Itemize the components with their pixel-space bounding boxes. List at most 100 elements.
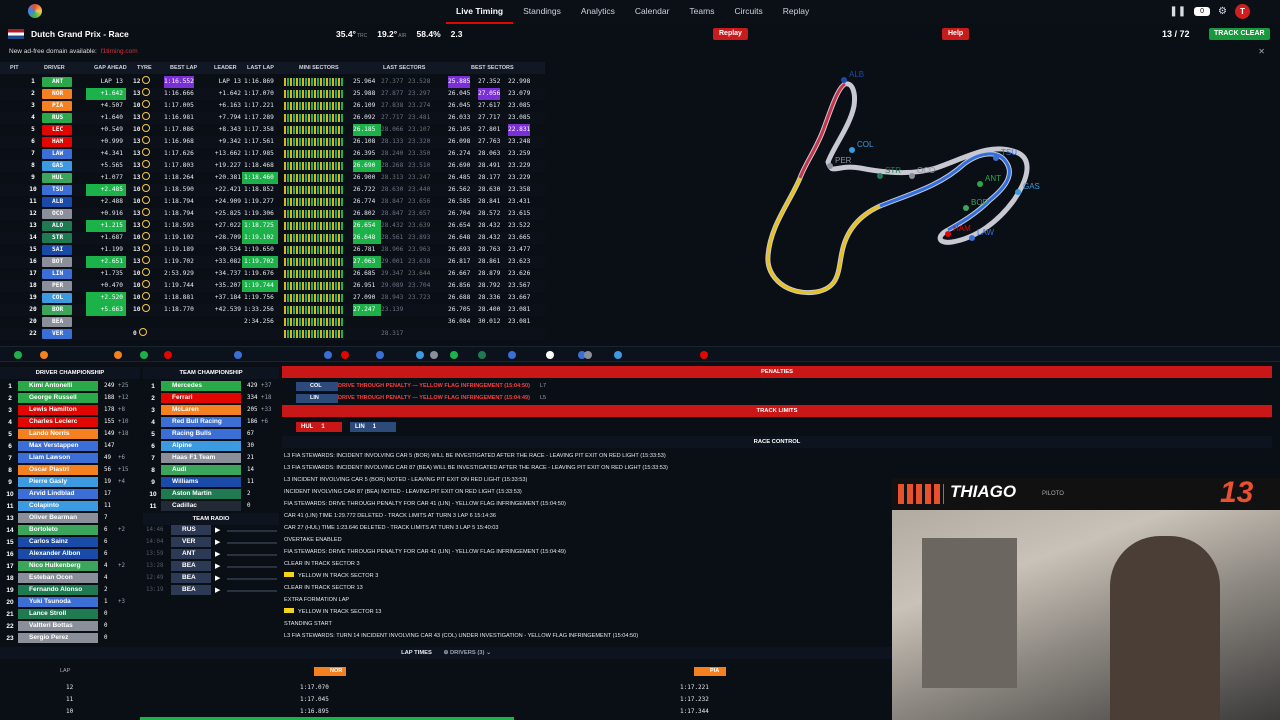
team-standing-row[interactable]: 1 Mercedes 429 +37 [143,381,279,392]
car-dot[interactable] [841,77,847,83]
driver-standing-row[interactable]: 18 Esteban Ocon 4 [0,573,140,584]
timing-driver-code[interactable]: VER [42,329,72,339]
driver-standing-row[interactable]: 22 Valtteri Bottas 0 [0,621,140,632]
nav-replay[interactable]: Replay [773,0,819,24]
col-gap[interactable]: GAP AHEAD [94,65,127,71]
driver-standing-row[interactable]: 10 Arvid Lindblad 17 [0,489,140,500]
team-radio-row[interactable]: 13:28 BEA ▶ [143,561,279,572]
timing-driver-code[interactable]: RUS [42,113,72,123]
timeline-car-dot[interactable] [584,351,592,359]
team-radio-row[interactable]: 14:46 RUS ▶ [143,525,279,536]
car-dot[interactable] [1015,189,1021,195]
col-leader[interactable]: LEADER [214,65,237,71]
notification-count[interactable]: 0 [1194,7,1211,16]
timing-row[interactable]: 19 COL +2.520 10 1:18.881 +37.184 1:19.756 27.0… [0,292,545,304]
replay-badge[interactable]: Replay [713,28,748,40]
track-limit-chip[interactable]: LIN 1 [350,422,396,432]
timing-driver-code[interactable]: LIN [42,269,72,279]
pause-icon[interactable]: ❚❚ [1169,5,1186,19]
team-standing-row[interactable]: 9 Williams 11 [143,477,279,488]
timing-driver-code[interactable]: LEC [42,125,72,135]
driver-standing-row[interactable]: 20 Yuki Tsunoda 1 +3 [0,597,140,608]
car-dot[interactable] [849,147,855,153]
driver-standing-row[interactable]: 8 Oscar Piastri 56 +15 [0,465,140,476]
timeline-car-dot[interactable] [164,351,172,359]
team-standing-row[interactable]: 8 Audi 14 [143,465,279,476]
timing-driver-code[interactable]: ANT [42,77,72,87]
play-icon[interactable]: ▶ [215,537,220,548]
timing-row[interactable]: 5 LEC +0.549 10 1:17.086 +8.343 1:17.358 26.185… [0,124,545,136]
play-icon[interactable]: ▶ [215,573,220,584]
col-best-sectors[interactable]: BEST SECTORS [471,65,514,71]
timing-driver-code[interactable]: GAS [42,161,72,171]
timing-row[interactable]: 7 LAW +4.341 13 1:17.626 +13.662 1:17.985 26.39… [0,148,545,160]
team-standing-row[interactable]: 5 Racing Bulls 67 [143,429,279,440]
timing-row[interactable]: 17 LIN +1.735 10 2:53.929 +34.737 1:19.676 26.6… [0,268,545,280]
timeline-car-dot[interactable] [508,351,516,359]
car-dot[interactable] [969,235,975,241]
timing-driver-code[interactable]: COL [42,293,72,303]
timing-row[interactable]: 8 GAS +5.565 13 1:17.803 +19.227 1:18.468 26.69… [0,160,545,172]
timeline-car-dot[interactable] [700,351,708,359]
timing-driver-code[interactable]: BEA [42,317,72,327]
play-icon[interactable]: ▶ [215,549,220,560]
team-standing-row[interactable]: 4 Red Bull Racing 186 +6 [143,417,279,428]
driver-standing-row[interactable]: 17 Nico Hulkenberg 4 +2 [0,561,140,572]
team-standing-row[interactable]: 10 Aston Martin 2 [143,489,279,500]
team-standing-row[interactable]: 11 Cadillac 0 [143,501,279,512]
col-last-lap[interactable]: LAST LAP [247,65,274,71]
timing-row[interactable]: 4 RUS +1.640 13 1:16.981 +7.794 1:17.289 26.092… [0,112,545,124]
driver-standing-row[interactable]: 13 Oliver Bearman 7 [0,513,140,524]
timing-row[interactable]: 12 OCO +0.916 13 1:18.794 +25.825 1:19.306 26.8… [0,208,545,220]
timing-driver-code[interactable]: HUL [42,173,72,183]
car-dot[interactable] [963,205,969,211]
driver-standing-row[interactable]: 19 Fernando Alonso 2 [0,585,140,596]
penalty-row[interactable]: LIN DRIVE THROUGH PENALTY — YELLOW FLAG I… [282,393,892,404]
timing-driver-code[interactable]: HAM [42,137,72,147]
timing-row[interactable]: 16 BOT +2.651 13 1:19.702 +33.082 1:19.702 27.0… [0,256,545,268]
timing-row[interactable]: 22 VER 0 28.317 [0,328,545,340]
play-icon[interactable]: ▶ [215,585,220,596]
driver-standing-row[interactable]: 14 Bortoleto 6 +2 [0,525,140,536]
timeline-car-dot[interactable] [614,351,622,359]
close-icon[interactable]: ✕ [1258,45,1265,58]
team-standing-row[interactable]: 3 McLaren 205 +33 [143,405,279,416]
team-radio-row[interactable]: 13:19 BEA ▶ [143,585,279,596]
car-dot[interactable] [993,155,999,161]
timeline-car-dot[interactable] [341,351,349,359]
driver-standing-row[interactable]: 11 Colapinto 11 [0,501,140,512]
timeline-car-dot[interactable] [14,351,22,359]
timing-row[interactable]: 9 HUL +1.077 13 1:18.264 +20.381 1:18.460 26.90… [0,172,545,184]
timing-row[interactable]: 18 PER +0.470 10 1:19.744 +35.207 1:19.744 26.9… [0,280,545,292]
play-icon[interactable]: ▶ [215,525,220,536]
timeline-car-dot[interactable] [416,351,424,359]
car-dot[interactable] [945,231,951,237]
timing-row[interactable]: 6 HAM +0.999 13 1:16.968 +9.342 1:17.561 26.108… [0,136,545,148]
drivers-dropdown[interactable]: ⊕ DRIVERS (3) ⌄ [444,650,491,656]
timing-row[interactable]: 14 STR +1.687 10 1:19.102 +28.709 1:19.102 26.6… [0,232,545,244]
nav-teams[interactable]: Teams [679,0,724,24]
timing-driver-code[interactable]: OCO [42,209,72,219]
timeline-car-dot[interactable] [546,351,554,359]
timing-row[interactable]: 15 SAI +1.199 13 1:19.189 +30.534 1:19.650 26.7… [0,244,545,256]
driver-standing-row[interactable]: 16 Alexander Albon 6 [0,549,140,560]
timeline-car-dot[interactable] [234,351,242,359]
col-pit[interactable]: PIT [10,65,19,71]
timing-driver-code[interactable]: TSU [42,185,72,195]
col-best-lap[interactable]: BEST LAP [170,65,197,71]
car-dot[interactable] [877,173,883,179]
timeline-car-dot[interactable] [376,351,384,359]
timing-driver-code[interactable]: PER [42,281,72,291]
nav-calendar[interactable]: Calendar [625,0,680,24]
driver-standing-row[interactable]: 1 Kimi Antonelli 249 +25 [0,381,140,392]
driver-standing-row[interactable]: 2 George Russell 188 +12 [0,393,140,404]
timeline-car-dot[interactable] [40,351,48,359]
nav-live-timing[interactable]: Live Timing [446,0,514,24]
user-avatar[interactable]: T [1235,4,1250,19]
team-radio-row[interactable]: 12:49 BEA ▶ [143,573,279,584]
timing-row[interactable]: 13 ALO +1.215 13 1:18.593 +27.022 1:18.725 26.6… [0,220,545,232]
col-last-sectors[interactable]: LAST SECTORS [383,65,425,71]
car-dot[interactable] [977,181,983,187]
timing-driver-code[interactable]: NOR [42,89,72,99]
timing-driver-code[interactable]: STR [42,233,72,243]
